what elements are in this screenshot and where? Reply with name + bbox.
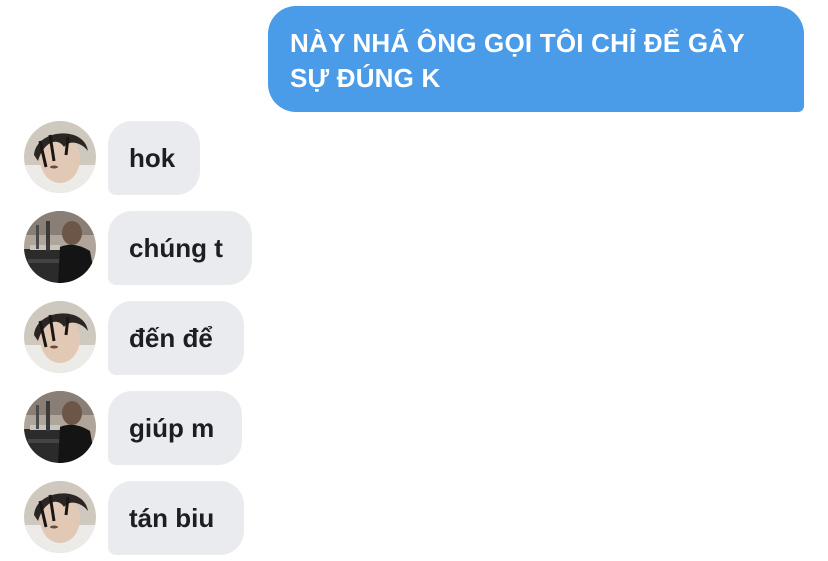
avatar-portrait-image	[24, 391, 96, 463]
incoming-message-text: hok	[129, 143, 176, 173]
avatar[interactable]	[24, 121, 96, 193]
incoming-message-text: chúng t	[129, 233, 223, 263]
incoming-message-text: giúp m	[129, 413, 215, 443]
incoming-message-bubble[interactable]: đến để	[108, 301, 244, 375]
incoming-message-text: tán biu	[129, 503, 215, 533]
avatar-portrait-image	[24, 481, 96, 553]
incoming-message-bubble[interactable]: tán biu	[108, 481, 244, 555]
incoming-message-bubble[interactable]: hok	[108, 121, 200, 195]
avatar-portrait-image	[24, 211, 96, 283]
avatar[interactable]	[24, 391, 96, 463]
avatar-portrait-image	[24, 301, 96, 373]
outgoing-message-line-1: NÀY NHÁ ÔNG GỌI TÔI CHỈ ĐỂ GÂY	[290, 28, 745, 58]
avatar-portrait-image	[24, 121, 96, 193]
outgoing-message-line-2: SỰ ĐÚNG K	[290, 63, 441, 93]
avatar[interactable]	[24, 481, 96, 553]
incoming-message-text: đến để	[129, 323, 213, 353]
avatar[interactable]	[24, 301, 96, 373]
incoming-message-bubble[interactable]: chúng t	[108, 211, 252, 285]
incoming-message-bubble[interactable]: giúp m	[108, 391, 242, 465]
outgoing-message-bubble[interactable]: NÀY NHÁ ÔNG GỌI TÔI CHỈ ĐỂ GÂY SỰ ĐÚNG K	[268, 6, 804, 112]
avatar[interactable]	[24, 211, 96, 283]
